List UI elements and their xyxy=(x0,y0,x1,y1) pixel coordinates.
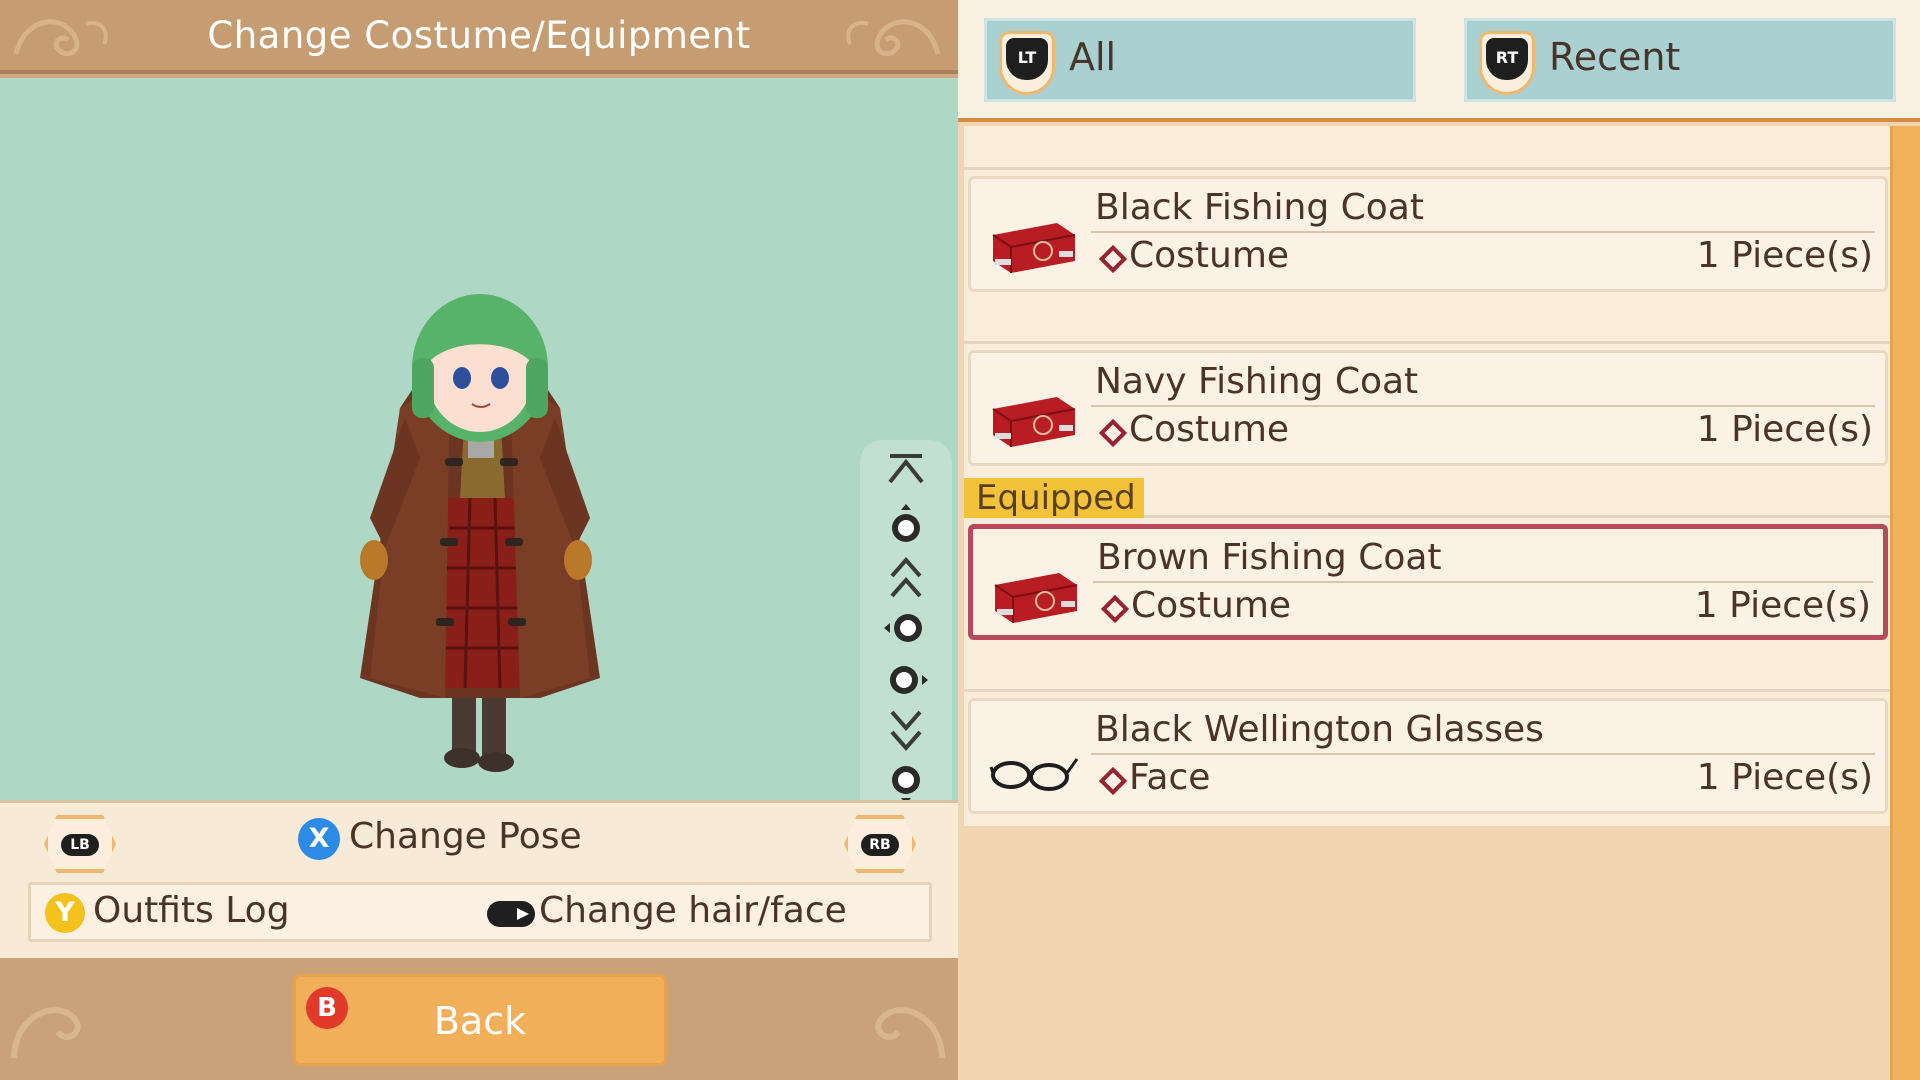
tab-all-label: All xyxy=(1069,35,1117,79)
divider xyxy=(1093,581,1873,583)
lb-label: LB xyxy=(61,834,99,856)
divider xyxy=(1091,231,1875,233)
costume-case-icon xyxy=(992,223,1076,273)
scrollbar[interactable] xyxy=(1890,126,1920,1080)
item-category: Costume xyxy=(1129,235,1290,276)
item-quantity: 1 Piece(s) xyxy=(1694,585,1871,626)
x-button-icon[interactable]: X xyxy=(298,818,340,860)
lb-button[interactable]: LB xyxy=(44,815,116,873)
item-name: Black Wellington Glasses xyxy=(1095,709,1544,750)
back-label: Back xyxy=(433,999,527,1043)
list-item[interactable]: Navy Fishing Coat Costume 1 Piece(s) xyxy=(968,350,1888,466)
costume-case-icon xyxy=(994,573,1078,623)
item-category: Costume xyxy=(1131,585,1292,626)
change-hair-face-label[interactable]: Change hair/face xyxy=(539,890,847,931)
item-category: Face xyxy=(1129,757,1211,798)
item-quantity: 1 Piece(s) xyxy=(1696,235,1873,276)
diamond-icon xyxy=(1098,244,1128,274)
list-item-selected[interactable]: Brown Fishing Coat Costume 1 Piece(s) xyxy=(968,524,1888,640)
item-quantity: 1 Piece(s) xyxy=(1696,757,1873,798)
rstick-right-icon[interactable] xyxy=(860,662,952,698)
top-arrow-icon[interactable] xyxy=(860,452,952,488)
item-category: Costume xyxy=(1129,409,1290,450)
double-up-icon[interactable] xyxy=(860,556,952,600)
divider xyxy=(1091,753,1875,755)
title-bar: Change Costume/Equipment xyxy=(0,0,958,74)
list-separator xyxy=(964,292,1894,344)
back-button[interactable]: B Back xyxy=(293,974,667,1066)
item-name: Navy Fishing Coat xyxy=(1095,361,1419,402)
rt-key-label: RT xyxy=(1486,38,1528,80)
left-panel: Change Costume/Equipment LB RB X Change … xyxy=(0,0,958,1080)
list-end xyxy=(964,816,1894,826)
item-quantity: 1 Piece(s) xyxy=(1696,409,1873,450)
diamond-icon xyxy=(1098,418,1128,448)
list-separator xyxy=(964,126,1894,170)
tab-recent[interactable]: RT Recent xyxy=(1464,18,1896,102)
list-item[interactable]: Black Fishing Coat Costume 1 Piece(s) xyxy=(968,176,1888,292)
rstick-down-icon[interactable] xyxy=(860,764,952,804)
double-down-icon[interactable] xyxy=(860,708,952,752)
diamond-icon xyxy=(1100,594,1130,624)
ornament-bottom-right-icon xyxy=(875,1007,945,1059)
rstick-left-icon[interactable] xyxy=(860,610,952,646)
page-title: Change Costume/Equipment xyxy=(207,14,751,57)
rb-button[interactable]: RB xyxy=(844,815,916,873)
ornament-right-icon xyxy=(846,19,941,57)
right-stick-icon xyxy=(487,901,535,927)
change-pose-label: Change Pose xyxy=(349,816,582,857)
item-list: Black Fishing Coat Costume 1 Piece(s) Na… xyxy=(964,126,1894,826)
item-name: Brown Fishing Coat xyxy=(1097,537,1442,578)
tab-recent-label: Recent xyxy=(1549,35,1681,79)
y-button-icon[interactable]: Y xyxy=(45,893,85,933)
outfits-log-label[interactable]: Outfits Log xyxy=(93,890,290,931)
character-preview xyxy=(360,294,600,772)
hint-box: Y Outfits Log Change hair/face xyxy=(28,882,932,942)
divider xyxy=(1091,405,1875,407)
rstick-up-icon[interactable] xyxy=(860,504,952,544)
item-name: Black Fishing Coat xyxy=(1095,187,1424,228)
equipped-badge: Equipped xyxy=(964,478,1144,518)
character-viewport[interactable] xyxy=(0,78,958,872)
ornament-bottom-left-icon xyxy=(11,1007,81,1059)
tab-bar: LT All RT Recent xyxy=(958,0,1920,122)
right-panel: LT All RT Recent Black Fishing Coat Cost… xyxy=(958,0,1920,1080)
lt-key-label: LT xyxy=(1006,38,1048,80)
tab-all[interactable]: LT All xyxy=(984,18,1416,102)
list-item[interactable]: Black Wellington Glasses Face 1 Piece(s) xyxy=(968,698,1888,814)
rb-label: RB xyxy=(861,834,899,856)
rt-key-icon: RT xyxy=(1479,31,1535,95)
glasses-icon xyxy=(989,758,1079,791)
list-separator xyxy=(964,640,1894,692)
diamond-icon xyxy=(1098,766,1128,796)
costume-case-icon xyxy=(992,397,1076,447)
lt-key-icon: LT xyxy=(999,31,1055,95)
